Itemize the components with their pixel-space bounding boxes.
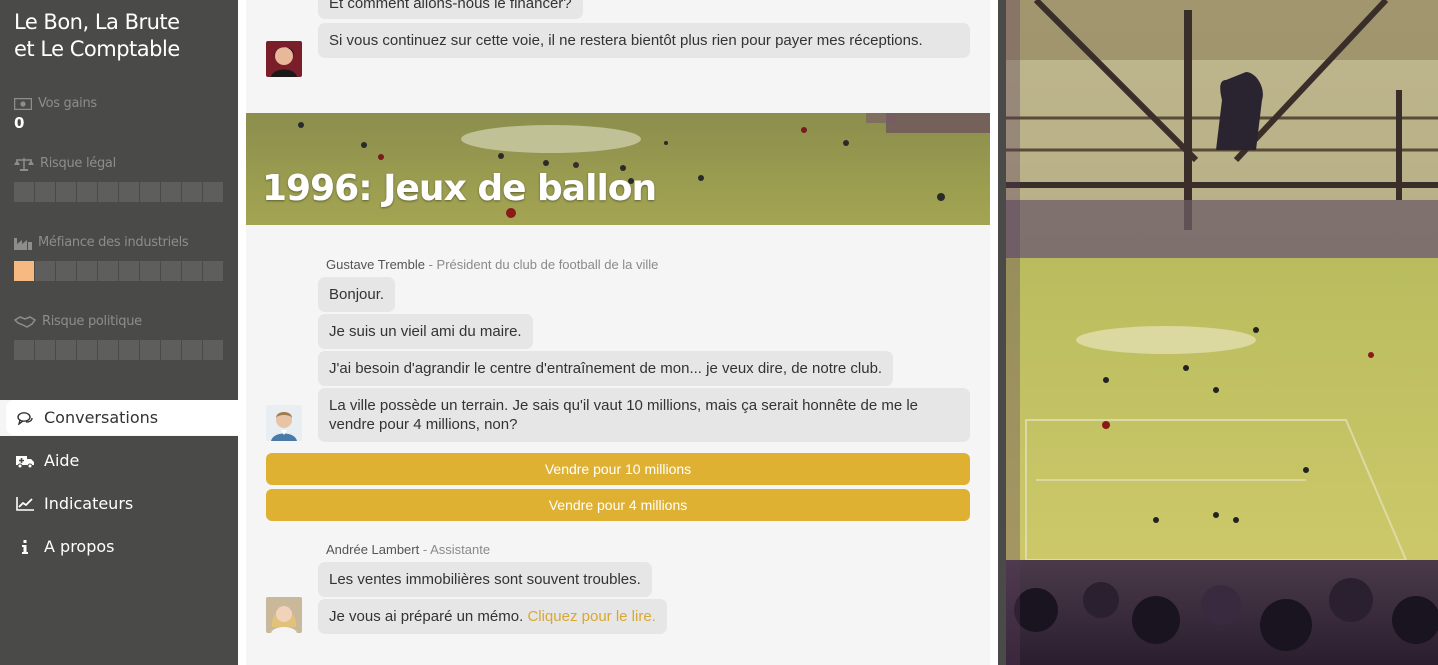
message-bubble: J'ai besoin d'agrandir le centre d'entra… (318, 351, 894, 386)
meter-cell (77, 340, 97, 360)
speaker-name: Andrée Lambert (326, 542, 420, 557)
meter-cell (35, 261, 55, 281)
political-risk-label-text: Risque politique (42, 314, 142, 329)
gains-label: Vos gains (14, 96, 97, 111)
message-bubble: Je vous ai préparé un mémo. Cliquez pour… (318, 599, 667, 634)
chapter-title: 1996: Jeux de ballon (262, 168, 657, 209)
meter-cell (182, 182, 202, 202)
speaker-role: - Assistante (419, 542, 491, 557)
gains-label-text: Vos gains (38, 96, 97, 111)
chat-icon (16, 409, 34, 427)
meter-cell (77, 182, 97, 202)
meter-cell (182, 261, 202, 281)
industry-distrust-label-text: Méfiance des industriels (38, 235, 189, 250)
money-icon (14, 97, 32, 110)
handshake-icon (14, 315, 36, 329)
legal-risk-meter (14, 182, 223, 202)
nav-item-a-propos[interactable]: A propos (6, 529, 238, 564)
speaker-name: Gustave Tremble (326, 257, 425, 272)
meter-cell (182, 340, 202, 360)
avatar-andree-lambert (266, 597, 302, 633)
meter-cell (56, 261, 76, 281)
political-risk-label: Risque politique (14, 314, 142, 329)
meter-cell (140, 261, 160, 281)
speaker-heading: Gustave Tremble - Président du club de f… (326, 257, 658, 272)
speaker-heading: Andrée Lambert - Assistante (326, 542, 490, 557)
message-text: Je vous ai préparé un mémo. (329, 608, 528, 625)
stadium-illustration (1006, 0, 1438, 665)
industry-icon (14, 236, 32, 250)
meter-cell (56, 182, 76, 202)
stadium-background-image (1006, 0, 1438, 665)
meter-cell (14, 340, 34, 360)
sidebar-top-panel: Le Bon, La Brute et Le Comptable Vos gai… (0, 0, 238, 400)
app-title-line2: et Le Comptable (14, 37, 180, 61)
nav-label: Aide (44, 451, 80, 470)
meter-cell (119, 340, 139, 360)
ambulance-icon (16, 452, 34, 470)
previous-conversation-block: Et comment allons-nous le financer? Si v… (246, 0, 990, 104)
gains-value: 0 (14, 114, 25, 132)
nav-item-indicateurs[interactable]: Indicateurs (6, 486, 238, 521)
choice-button-sell-10m[interactable]: Vendre pour 10 millions (266, 453, 970, 485)
current-conversation-block: Gustave Tremble - Président du club de f… (246, 233, 990, 665)
political-risk-meter (14, 340, 223, 360)
meter-cell (14, 182, 34, 202)
app-title-line1: Le Bon, La Brute (14, 10, 180, 34)
meter-cell (77, 261, 97, 281)
legal-risk-label-text: Risque légal (40, 156, 116, 171)
conversation-panel[interactable]: Et comment allons-nous le financer? Si v… (238, 0, 998, 665)
avatar-mayor-assistant (266, 41, 302, 77)
meter-cell (98, 182, 118, 202)
chart-line-icon (16, 495, 34, 513)
meter-cell (161, 261, 181, 281)
app-title: Le Bon, La Brute et Le Comptable (14, 9, 180, 63)
nav-item-aide[interactable]: Aide (6, 443, 238, 478)
read-memo-link[interactable]: Cliquez pour le lire. (527, 608, 655, 625)
industry-distrust-label: Méfiance des industriels (14, 235, 189, 250)
meter-cell (56, 340, 76, 360)
meter-cell (119, 182, 139, 202)
legal-risk-label: Risque légal (14, 156, 116, 171)
message-bubble: Les ventes immobilières sont souvent tro… (318, 562, 652, 597)
avatar-gustave-tremble (266, 405, 302, 441)
meter-cell (14, 261, 34, 281)
message-bubble: Si vous continuez sur cette voie, il ne … (318, 23, 970, 58)
message-bubble: Bonjour. (318, 277, 396, 312)
info-icon (16, 538, 34, 556)
meter-cell (203, 340, 223, 360)
nav-label: Indicateurs (44, 494, 134, 513)
message-bubble: Je suis un vieil ami du maire. (318, 314, 533, 349)
meter-cell (35, 340, 55, 360)
meter-cell (98, 261, 118, 281)
meter-cell (161, 182, 181, 202)
meter-cell (203, 182, 223, 202)
nav-label: Conversations (44, 408, 159, 427)
meter-cell (140, 340, 160, 360)
message-bubble: Et comment allons-nous le financer? (318, 0, 583, 19)
meter-cell (119, 261, 139, 281)
balance-scale-icon (14, 157, 34, 171)
sidebar: Le Bon, La Brute et Le Comptable Vos gai… (0, 0, 238, 665)
chapter-banner: 1996: Jeux de ballon (246, 113, 990, 225)
meter-cell (203, 261, 223, 281)
message-bubble: La ville possède un terrain. Je sais qu'… (318, 388, 970, 442)
choice-button-sell-4m[interactable]: Vendre pour 4 millions (266, 489, 970, 521)
nav-label: A propos (44, 537, 115, 556)
nav-item-conversations[interactable]: Conversations (6, 400, 238, 435)
meter-cell (35, 182, 55, 202)
speaker-role: - Président du club de football de la vi… (425, 257, 659, 272)
industry-distrust-meter (14, 261, 223, 281)
meter-cell (161, 340, 181, 360)
meter-cell (98, 340, 118, 360)
meter-cell (140, 182, 160, 202)
